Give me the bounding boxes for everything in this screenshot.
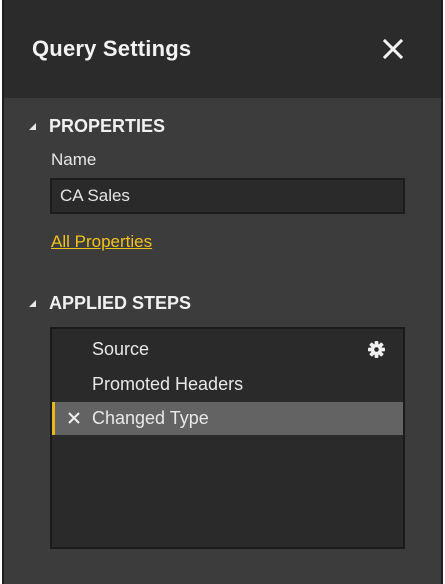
applied-steps-list: Source Promoted Headers Changed Type bbox=[50, 327, 405, 549]
all-properties-link[interactable]: All Properties bbox=[51, 232, 152, 252]
name-input[interactable] bbox=[50, 178, 405, 214]
step-label: Source bbox=[92, 339, 150, 359]
collapse-triangle-icon[interactable] bbox=[28, 122, 37, 131]
query-settings-panel: Query Settings PROPERTIES Name All Prope… bbox=[2, 0, 443, 584]
applied-steps-section-label: APPLIED STEPS bbox=[49, 293, 192, 313]
panel-title: Query Settings bbox=[32, 36, 192, 61]
step-label: Promoted Headers bbox=[92, 374, 244, 394]
delete-step-icon[interactable] bbox=[67, 411, 81, 425]
step-promoted-headers[interactable]: Promoted Headers bbox=[52, 368, 403, 401]
applied-steps-section-header[interactable]: APPLIED STEPS bbox=[28, 293, 191, 314]
properties-section-header[interactable]: PROPERTIES bbox=[28, 116, 165, 137]
panel-header: Query Settings bbox=[4, 0, 441, 98]
close-icon[interactable] bbox=[382, 38, 404, 60]
name-label: Name bbox=[51, 150, 97, 169]
gear-icon[interactable] bbox=[368, 341, 385, 358]
properties-section-label: PROPERTIES bbox=[49, 116, 166, 136]
collapse-triangle-icon[interactable] bbox=[28, 299, 37, 308]
step-label: Changed Type bbox=[92, 408, 209, 428]
step-source[interactable]: Source bbox=[52, 333, 403, 366]
step-changed-type[interactable]: Changed Type bbox=[52, 402, 403, 435]
